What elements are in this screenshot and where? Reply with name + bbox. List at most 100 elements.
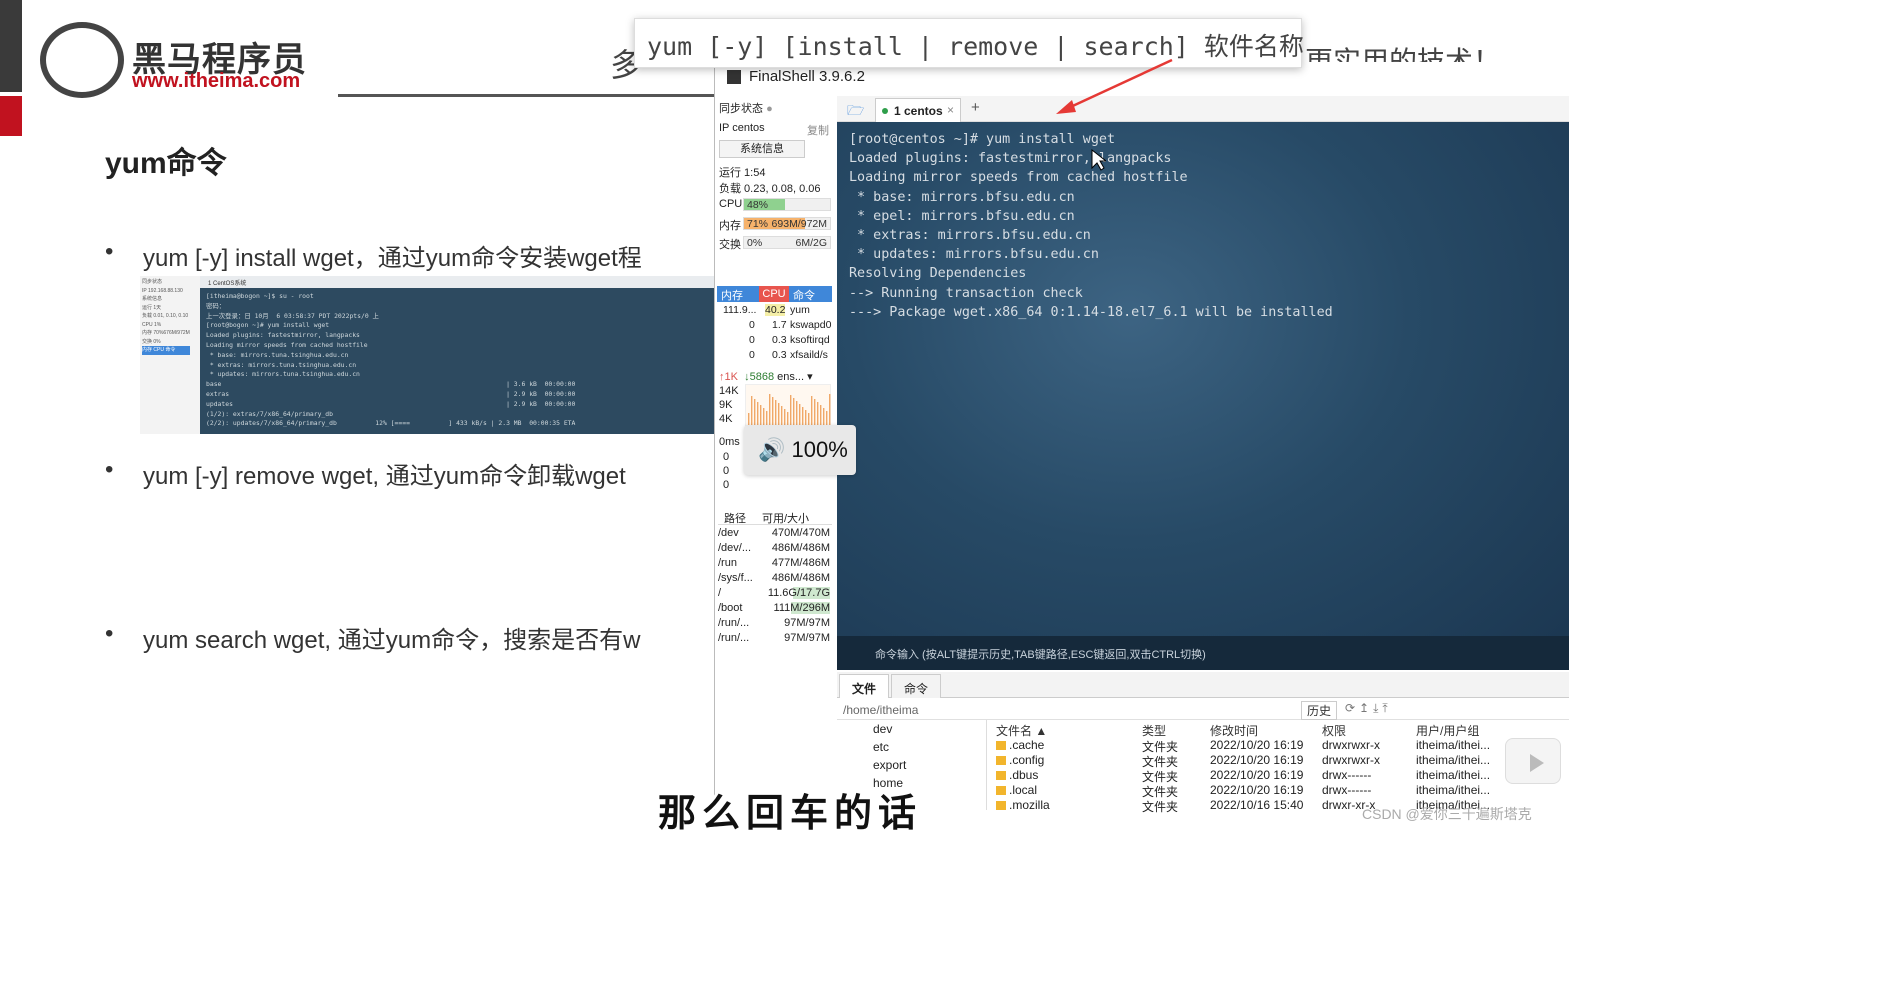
bullet-mark: • [105, 456, 114, 483]
file-row[interactable]: .mozilla [996, 798, 1050, 812]
col-mtime[interactable]: 修改时间 [1210, 722, 1258, 739]
thumbnail-line: Loaded plugins: fastestmirror, langpacks [206, 331, 360, 340]
disk-row[interactable]: /run/... 97M/97M [718, 617, 832, 632]
terminal-line: * updates: mirrors.bfsu.edu.cn [849, 247, 1099, 263]
file-perm: drwx------ [1322, 783, 1372, 797]
mem-value: 71% [747, 218, 769, 230]
tab-files[interactable]: 文件 [839, 674, 890, 698]
terminal-line: [root@centos ~]# yum install wget [849, 132, 1116, 147]
network-bar [760, 405, 762, 427]
proc-cpu: 0.3 [772, 334, 787, 346]
current-path[interactable]: /home/itheima [843, 703, 918, 717]
disk-row[interactable]: /dev/... 486M/486M [718, 542, 832, 557]
process-row[interactable]: 0 0.3 xfsaild/s [717, 349, 832, 364]
disk-row[interactable]: /dev 470M/470M [718, 527, 832, 542]
copy-button[interactable]: 复制 [807, 122, 829, 138]
disk-row[interactable]: /run/... 97M/97M [718, 632, 832, 647]
sync-label: 同步状态 [719, 103, 763, 115]
thumbnail-line: (1/2): extras/7/x86_64/primary_db [206, 409, 333, 418]
folder-icon [996, 801, 1006, 810]
col-owner[interactable]: 用户/用户组 [1416, 722, 1479, 739]
proc-mem: 0 [749, 349, 755, 361]
refresh-icon[interactable]: ⟳↥⤓⤒ [1345, 701, 1392, 716]
thumbnail-line: 密码： [206, 301, 226, 310]
thumbnail-line: extras | 2.9 kB 00:00:00 [206, 389, 576, 398]
file-row[interactable]: .cache [996, 738, 1044, 752]
session-tabbar: 🗁 1 centos × + [837, 96, 1569, 122]
process-row[interactable]: 111.9... 40.2 yum [717, 304, 832, 319]
tree-item[interactable]: export [873, 758, 906, 772]
terminal-line: ---> Package wget.x86_64 0:1.14-18.el7_6… [849, 304, 1333, 320]
thumbnail-line: * updates: mirrors.tuna.tsinghua.edu.cn [206, 370, 360, 379]
play-button[interactable] [1505, 738, 1561, 784]
proc-col-cmd[interactable]: 命令 [793, 287, 815, 303]
col-type[interactable]: 类型 [1142, 722, 1166, 739]
volume-overlay: 🔊 100% [744, 425, 856, 475]
sysinfo-button[interactable]: 系统信息 [719, 140, 805, 158]
col-filename[interactable]: 文件名 ▲ [996, 722, 1047, 739]
proc-col-cpu[interactable]: CPU [759, 286, 789, 302]
terminal-line: * extras: mirrors.bfsu.edu.cn [849, 228, 1091, 244]
net-interface-select[interactable]: ens... [777, 371, 804, 383]
mem-detail: 693M/972M [771, 218, 827, 230]
disk-path: / [718, 587, 722, 599]
file-perm: drwxrwxr-x [1322, 738, 1380, 752]
csdn-watermark: CSDN @爱你三千遍斯塔克 [1362, 806, 1532, 822]
file-row[interactable]: .local [996, 783, 1037, 797]
proc-col-mem[interactable]: 内存 [721, 287, 743, 303]
tab-commands[interactable]: 命令 [891, 674, 942, 698]
process-row[interactable]: 0 1.7 kswapd0 [717, 319, 832, 334]
add-tab-button[interactable]: + [971, 99, 980, 116]
network-row: ↑1K ↓5868 ens... ▾ [719, 370, 833, 383]
network-bar [814, 399, 816, 427]
chevron-down-icon[interactable]: ▾ [807, 371, 813, 383]
process-row[interactable]: 0 0.3 ksoftirqd [717, 334, 832, 349]
file-name: .dbus [1009, 768, 1039, 782]
disk-row[interactable]: /run 477M/486M [718, 557, 832, 572]
disk-row[interactable]: /boot 111M/296M [718, 602, 832, 617]
col-perm[interactable]: 权限 [1322, 722, 1346, 739]
bullet-mark: • [105, 238, 114, 265]
terminal-line: Loading mirror speeds from cached hostfi… [849, 170, 1188, 186]
file-owner: itheima/ithei... [1416, 753, 1491, 767]
history-button[interactable]: 历史 [1301, 701, 1338, 720]
proc-mem: 111.9... [723, 304, 757, 316]
terminal[interactable]: [root@centos ~]# yum install wget Loaded… [837, 122, 1569, 670]
file-mtime: 2022/10/20 16:19 [1210, 783, 1304, 797]
net-scale-label: 4K [719, 413, 733, 425]
command-input[interactable]: 命令输入 (按ALT键提示历史,TAB键路径,ESC键返回,双击CTRL切换) [837, 636, 1569, 670]
arrow-head [1056, 100, 1076, 114]
tab-centos[interactable]: 1 centos × [875, 98, 961, 122]
disk-col-size[interactable]: 可用/大小 [762, 510, 809, 526]
proc-cmd: kswapd0 [790, 319, 832, 331]
net-scale-label: 9K [719, 399, 733, 411]
path-bar[interactable]: /home/itheima 历史 ⟳↥⤓⤒ [837, 700, 1569, 720]
disk-size: 477M/486M [771, 557, 830, 569]
close-icon[interactable]: × [947, 103, 954, 117]
thumbnail-line: (2/2): updates/7/x86_64/primary_db 12% [… [206, 419, 576, 428]
disk-row[interactable]: / 11.6G/17.7G [718, 587, 832, 602]
file-perm: drwx------ [1322, 768, 1372, 782]
file-row[interactable]: .config [996, 753, 1044, 767]
file-row[interactable]: .dbus [996, 768, 1038, 782]
network-bar [796, 401, 798, 427]
file-name: .cache [1009, 738, 1045, 752]
terminal-line: Resolving Dependencies [849, 266, 1027, 282]
tree-item[interactable]: etc [873, 740, 889, 754]
disk-row[interactable]: /sys/f... 486M/486M [718, 572, 832, 587]
thumbnail-tab: 1 CentOS系统 [208, 281, 247, 287]
slide-title: yum命令 [105, 147, 227, 180]
tree-item[interactable]: dev [873, 722, 892, 736]
thumbnail-tabbar: 1 CentOS系统 [200, 276, 715, 288]
folder-open-icon[interactable]: 🗁 [847, 100, 864, 124]
thumbnail-side-line: IP 192.168.88.130 [142, 287, 183, 294]
file-mtime: 2022/10/20 16:19 [1210, 768, 1304, 782]
disk-col-path[interactable]: 路径 [724, 510, 746, 526]
network-bar [817, 402, 819, 427]
file-name: .mozilla [1009, 798, 1050, 812]
thumbnail-side-line: 内存 CPU 命令 [142, 346, 190, 355]
disk-path: /dev [718, 527, 739, 539]
folder-icon [996, 786, 1006, 795]
slide-edge-red [0, 96, 22, 136]
net-down: ↓5868 [744, 371, 775, 383]
